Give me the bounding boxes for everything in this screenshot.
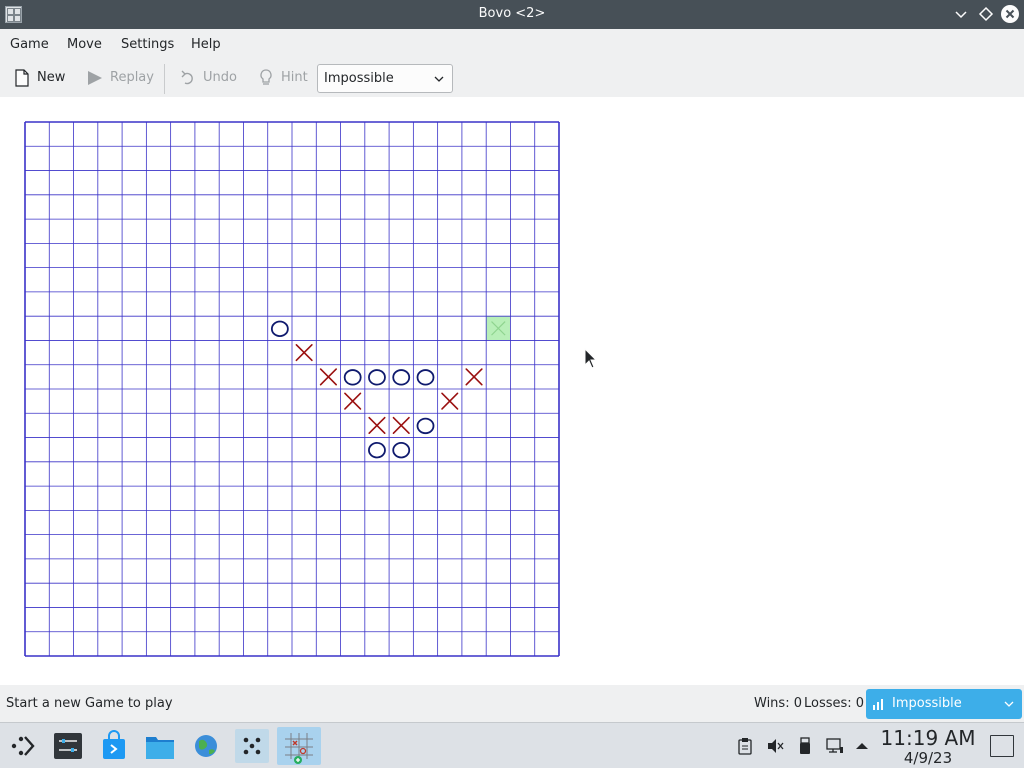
menu-move[interactable]: Move (67, 37, 102, 52)
application-launcher[interactable] (5, 729, 39, 763)
bovo-icon (285, 733, 313, 764)
menu-settings[interactable]: Settings (121, 37, 174, 52)
network-wired-icon[interactable] (826, 737, 844, 755)
undo-label: Undo (203, 70, 237, 85)
taskbar-bovo[interactable] (277, 727, 321, 765)
clock-date: 4/9/23 (903, 749, 953, 767)
taskbar-discover[interactable] (97, 729, 131, 763)
dice-icon (243, 737, 261, 755)
game-board[interactable] (24, 121, 560, 657)
o-mark (416, 417, 435, 435)
taskbar-dolphin[interactable] (143, 729, 177, 763)
globe-icon (195, 735, 217, 757)
hint-button[interactable]: Hint (258, 66, 310, 90)
x-mark (392, 416, 410, 434)
toolbar: New Replay Undo Hint (0, 59, 1024, 97)
lightbulb-icon (260, 69, 272, 85)
new-label: New (37, 70, 66, 85)
new-document-icon (15, 69, 29, 87)
status-difficulty-value: Impossible (892, 696, 962, 711)
close-icon (1005, 9, 1015, 19)
x-mark (319, 368, 337, 386)
toolbar-separator (164, 64, 165, 94)
usb-device-icon[interactable] (796, 737, 814, 755)
x-mark (344, 392, 362, 410)
show-desktop-button[interactable] (990, 735, 1014, 757)
folder-icon (146, 737, 174, 759)
difficulty-select[interactable]: Impossible (317, 64, 453, 93)
clipboard-icon[interactable] (736, 737, 754, 755)
play-icon (88, 71, 102, 85)
status-difficulty-select[interactable]: Impossible (866, 689, 1022, 719)
chevron-down-icon (1004, 701, 1014, 707)
discover-bag-icon (103, 730, 125, 759)
x-mark (368, 416, 386, 434)
maximize-button[interactable] (977, 5, 995, 23)
new-game-button[interactable]: New (14, 66, 68, 90)
clock-time: 11:19 AM (880, 726, 976, 750)
undo-button[interactable]: Undo (180, 66, 238, 90)
chevron-down-icon (434, 76, 444, 82)
x-mark (295, 344, 313, 362)
undo-icon (181, 70, 193, 85)
o-mark (270, 320, 289, 337)
taskbar: 11:19 AM 4/9/23 (0, 722, 1024, 768)
difficulty-value: Impossible (324, 71, 394, 86)
chevron-down-icon (955, 11, 967, 19)
bovo-window: Bovo <2> Game Move Settings Help New Rep… (0, 0, 1024, 768)
replay-button[interactable]: Replay (87, 66, 154, 90)
hint-label: Hint (281, 70, 308, 85)
o-mark (392, 369, 411, 386)
tray-expand-icon[interactable] (853, 737, 871, 755)
o-mark (392, 441, 411, 459)
close-button[interactable] (1001, 5, 1019, 23)
volume-muted-icon[interactable] (766, 737, 784, 755)
menu-bar: Game Move Settings Help (0, 29, 1024, 59)
signal-bars-icon (873, 699, 883, 710)
settings-sliders-icon (54, 733, 82, 759)
window-title: Bovo <2> (478, 6, 546, 21)
o-mark (343, 369, 362, 386)
taskbar-system-settings[interactable] (51, 729, 85, 763)
status-bar: Start a new Game to play Wins: 0 Losses:… (0, 685, 1024, 722)
title-bar[interactable]: Bovo <2> (0, 0, 1024, 29)
replay-label: Replay (110, 70, 154, 85)
wins-count: Wins: 0 (754, 696, 802, 711)
o-mark (416, 369, 435, 386)
kde-launcher-icon (11, 736, 35, 756)
status-message: Start a new Game to play (6, 696, 173, 711)
taskbar-browser[interactable] (189, 729, 223, 763)
menu-game[interactable]: Game (10, 37, 49, 52)
diamond-icon (978, 6, 994, 22)
o-mark (368, 369, 386, 386)
x-mark (465, 368, 483, 386)
taskbar-dice-game[interactable] (235, 729, 269, 763)
minimize-button[interactable] (952, 5, 970, 23)
mouse-cursor-icon (584, 348, 598, 369)
o-mark (368, 441, 386, 459)
clock[interactable]: 11:19 AM 4/9/23 (878, 726, 978, 766)
losses-count: Losses: 0 (804, 696, 865, 711)
menu-help[interactable]: Help (191, 37, 221, 52)
x-mark (441, 392, 459, 410)
